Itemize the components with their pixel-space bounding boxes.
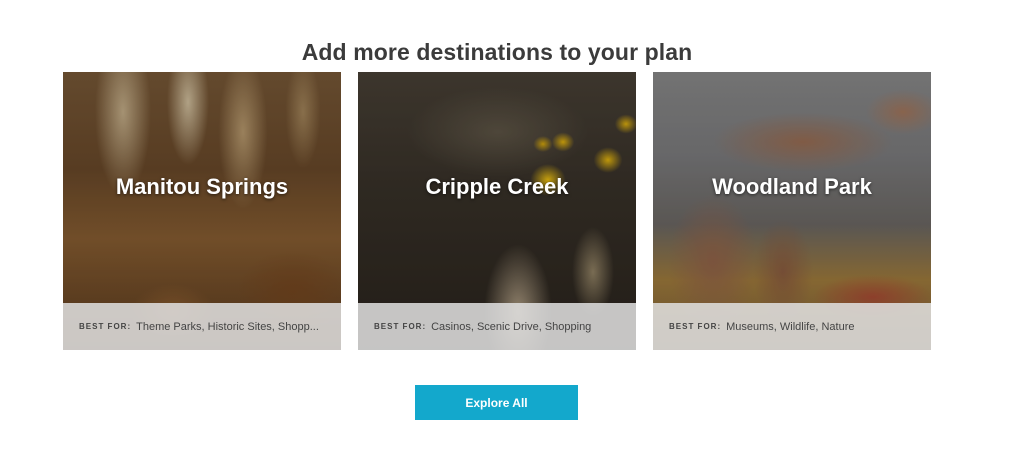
destination-card-woodland-park[interactable]: Woodland Park BEST FOR: Museums, Wildlif… — [653, 72, 931, 350]
best-for-value: Casinos, Scenic Drive, Shopping — [431, 320, 592, 333]
destination-card-manitou-springs[interactable]: Manitou Springs BEST FOR: Theme Parks, H… — [63, 72, 341, 350]
card-title: Manitou Springs — [115, 174, 289, 199]
explore-all-button[interactable]: Explore All — [415, 385, 578, 420]
section-title: Add more destinations to your plan — [301, 39, 693, 66]
card-footer: BEST FOR: Museums, Wildlife, Nature — [653, 303, 931, 350]
destinations-section: Add more destinations to your plan Manit… — [0, 0, 1024, 453]
best-for-label: BEST FOR: — [79, 322, 132, 331]
card-footer: BEST FOR: Theme Parks, Historic Sites, S… — [63, 303, 341, 350]
destination-card-cripple-creek[interactable]: Cripple Creek BEST FOR: Casinos, Scenic … — [358, 72, 636, 350]
card-title: Cripple Creek — [425, 174, 569, 199]
best-for-value: Theme Parks, Historic Sites, Shopp... — [136, 320, 319, 333]
best-for-value: Museums, Wildlife, Nature — [726, 320, 855, 333]
card-title: Woodland Park — [712, 174, 872, 199]
card-footer: BEST FOR: Casinos, Scenic Drive, Shoppin… — [358, 303, 636, 350]
best-for-label: BEST FOR: — [374, 322, 427, 331]
best-for-label: BEST FOR: — [669, 322, 722, 331]
